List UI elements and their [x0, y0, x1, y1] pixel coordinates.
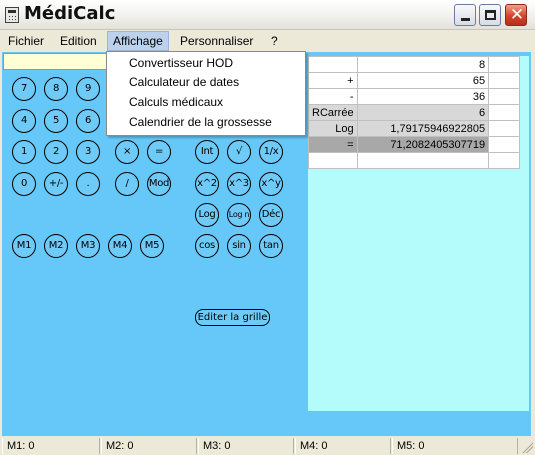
memory-m1-button[interactable]: M1: [12, 234, 36, 258]
menu-item-medical-calculations[interactable]: Calculs médicaux: [129, 93, 223, 112]
status-m5: M5: 0: [392, 438, 518, 454]
edit-grid-button[interactable]: Editer la grille: [195, 309, 270, 326]
key-8[interactable]: 8: [44, 77, 68, 101]
status-m4: M4: 0: [295, 438, 391, 454]
menu-bar: Fichier Edition Affichage Personnaliser …: [0, 31, 535, 51]
table-row: - 36: [308, 88, 520, 105]
key-9[interactable]: 9: [76, 77, 100, 101]
memory-m2-button[interactable]: M2: [44, 234, 68, 258]
grid-value-cell[interactable]: 8: [356, 56, 490, 73]
cos-button[interactable]: cos: [195, 234, 219, 258]
key-0[interactable]: 0: [12, 172, 36, 196]
resize-grip-icon[interactable]: [521, 441, 533, 453]
square-button[interactable]: x^2: [195, 172, 219, 196]
grid-value-cell[interactable]: 65: [356, 72, 490, 89]
menu-item-date-calculator[interactable]: Calculateur de dates: [129, 73, 239, 92]
close-icon: ✕: [509, 5, 525, 25]
table-row: 8: [308, 56, 520, 73]
reciprocal-button[interactable]: 1/x: [259, 140, 283, 164]
grid-value-cell[interactable]: 6: [356, 104, 490, 121]
menu-personnaliser[interactable]: Personnaliser: [175, 31, 258, 51]
memory-m4-button[interactable]: M4: [108, 234, 132, 258]
grid-extra-cell[interactable]: [488, 120, 520, 137]
memory-m3-button[interactable]: M3: [76, 234, 100, 258]
table-row: = 71,2082405307719: [308, 136, 520, 153]
multiply-button[interactable]: ×: [115, 140, 139, 164]
grid-op-cell[interactable]: +: [308, 72, 358, 89]
modulo-button[interactable]: Mod: [147, 172, 171, 196]
grid-extra-cell[interactable]: [488, 56, 520, 73]
key-decimal[interactable]: .: [76, 172, 100, 196]
window-title: MédiCalc: [24, 3, 116, 24]
power-button[interactable]: x^y: [259, 172, 283, 196]
key-sign[interactable]: +/-: [44, 172, 68, 196]
sin-button[interactable]: sin: [227, 234, 251, 258]
grid-value-cell[interactable]: 36: [356, 88, 490, 105]
dec-button[interactable]: Déc: [259, 203, 283, 227]
close-button[interactable]: ✕: [505, 4, 527, 26]
grid-op-cell[interactable]: -: [308, 88, 358, 105]
grid-table: 8 + 65 - 36 RCarrée 6 Log 1,791759469228…: [308, 56, 520, 169]
status-m3: M3: 0: [198, 438, 294, 454]
menu-help[interactable]: ?: [266, 31, 283, 51]
table-row: RCarrée 6: [308, 104, 520, 121]
status-m1: M1: 0: [2, 438, 100, 454]
key-3[interactable]: 3: [76, 140, 100, 164]
grid-op-cell[interactable]: Log: [308, 120, 358, 137]
equals-button[interactable]: =: [147, 140, 171, 164]
menu-item-pregnancy-calendar[interactable]: Calendrier de la grossesse: [129, 113, 272, 132]
menu-fichier[interactable]: Fichier: [3, 31, 49, 51]
grid-extra-cell[interactable]: [488, 88, 520, 105]
grid-extra-cell[interactable]: [488, 136, 520, 153]
log-button[interactable]: Log: [195, 203, 219, 227]
log-n-button[interactable]: Log n: [227, 203, 251, 227]
memory-m5-button[interactable]: M5: [140, 234, 164, 258]
grid-op-cell[interactable]: [308, 152, 358, 169]
key-5[interactable]: 5: [44, 109, 68, 133]
grid-value-cell[interactable]: [356, 152, 490, 169]
minimize-button[interactable]: [454, 4, 476, 26]
int-button[interactable]: Int: [195, 140, 219, 164]
title-bar: MédiCalc ✕: [0, 0, 535, 30]
grid-extra-cell[interactable]: [488, 72, 520, 89]
tan-button[interactable]: tan: [259, 234, 283, 258]
key-1[interactable]: 1: [12, 140, 36, 164]
menu-affichage[interactable]: Affichage: [107, 31, 169, 51]
grid-op-cell[interactable]: [308, 56, 358, 73]
menu-item-hod-converter[interactable]: Convertisseur HOD: [129, 54, 233, 73]
grid-extra-cell[interactable]: [488, 152, 520, 169]
table-row: + 65: [308, 72, 520, 89]
menu-edition[interactable]: Edition: [55, 31, 102, 51]
cube-button[interactable]: x^3: [227, 172, 251, 196]
maximize-button[interactable]: [479, 4, 501, 26]
key-4[interactable]: 4: [12, 109, 36, 133]
status-m2: M2: 0: [101, 438, 197, 454]
grid-value-cell[interactable]: 1,79175946922805: [356, 120, 490, 137]
key-7[interactable]: 7: [12, 77, 36, 101]
key-2[interactable]: 2: [44, 140, 68, 164]
minimize-icon: [461, 18, 470, 21]
maximize-icon: [485, 10, 496, 20]
grid-extra-cell[interactable]: [488, 104, 520, 121]
table-row: Log 1,79175946922805: [308, 120, 520, 137]
table-row: [308, 152, 520, 169]
calculator-icon: [5, 7, 19, 23]
status-bar: M1: 0 M2: 0 M3: 0 M4: 0 M5: 0: [0, 437, 535, 455]
affichage-dropdown: Convertisseur HOD Calculateur de dates C…: [106, 51, 306, 136]
sqrt-button[interactable]: √: [227, 140, 251, 164]
calculation-grid: 8 + 65 - 36 RCarrée 6 Log 1,791759469228…: [308, 56, 529, 411]
key-6[interactable]: 6: [76, 109, 100, 133]
divide-button[interactable]: /: [115, 172, 139, 196]
grid-op-cell[interactable]: RCarrée: [308, 104, 358, 121]
grid-op-cell[interactable]: =: [308, 136, 358, 153]
grid-value-cell[interactable]: 71,2082405307719: [356, 136, 490, 153]
